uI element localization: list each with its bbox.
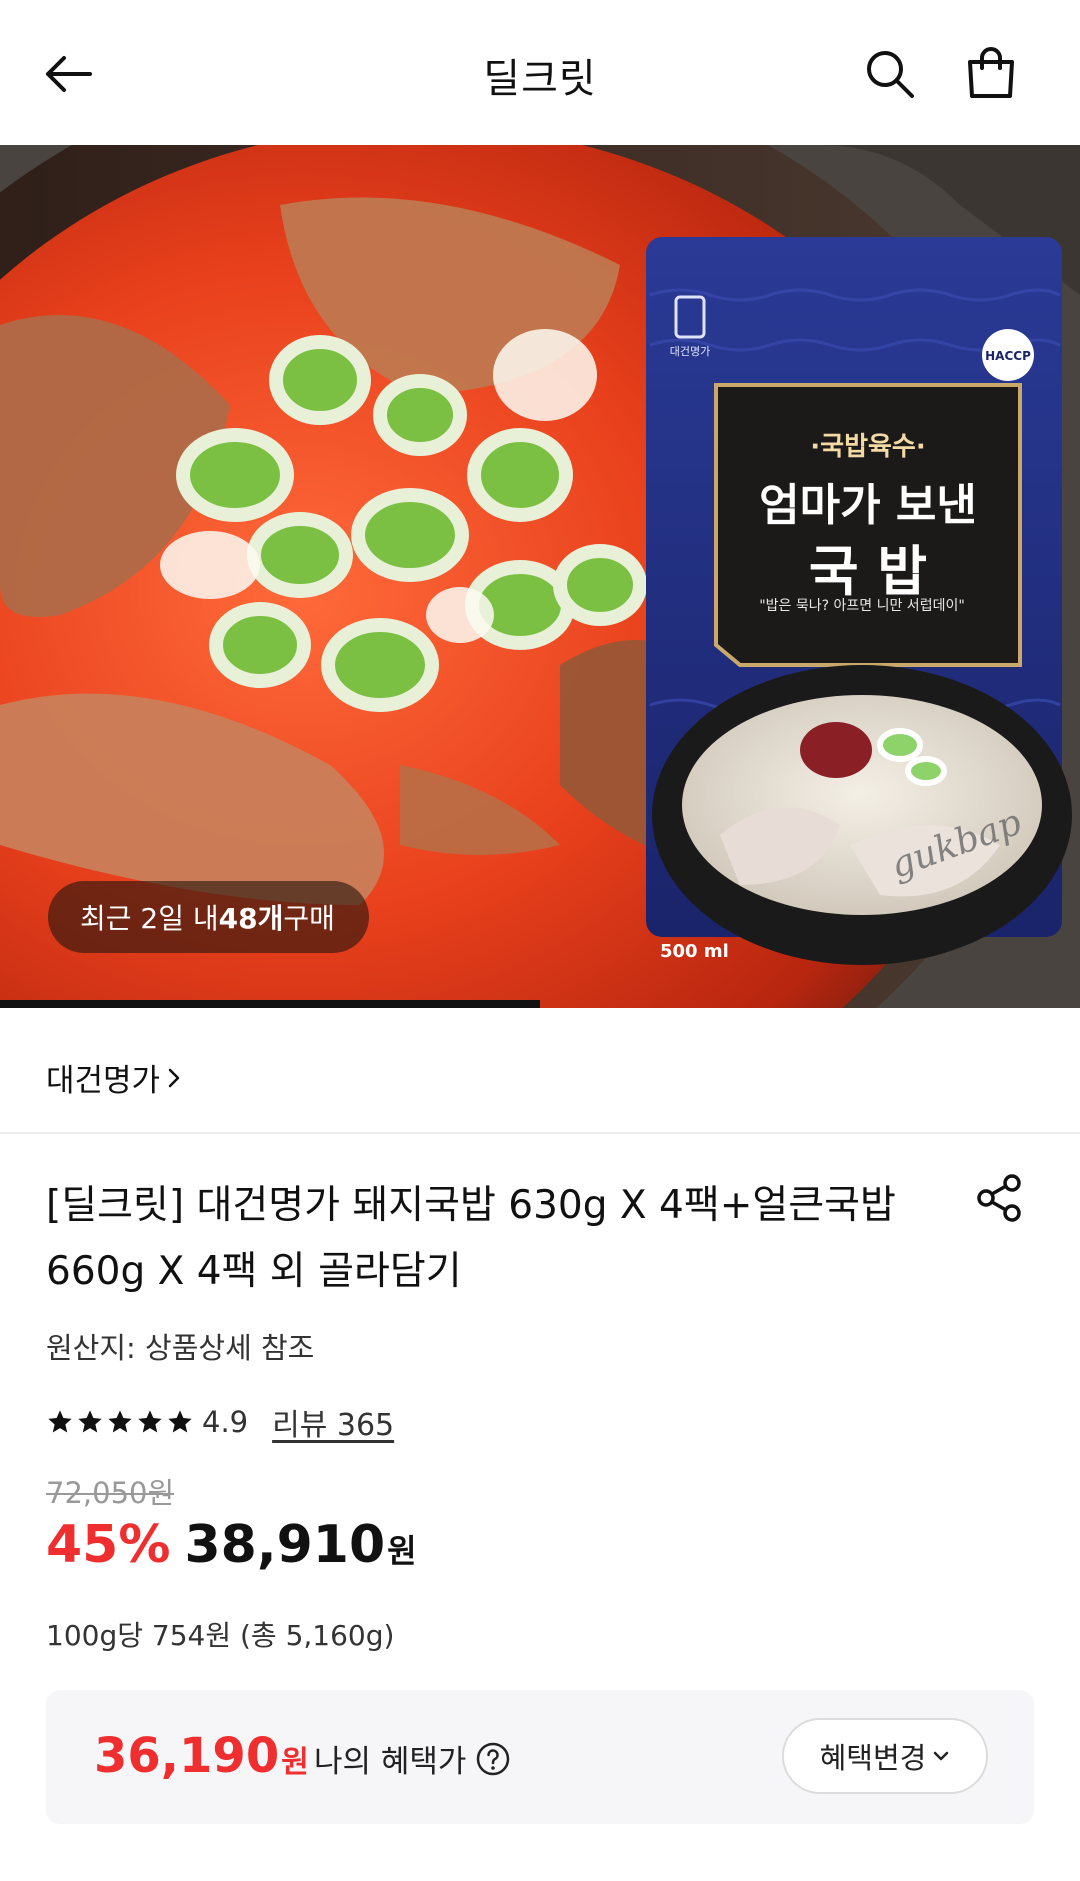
shopping-bag-icon — [968, 47, 1014, 98]
chevron-down-icon — [934, 1751, 949, 1761]
star-icon — [138, 1410, 162, 1433]
svg-text:국 밥: 국 밥 — [809, 540, 927, 603]
sale-price-unit: 원 — [387, 1532, 417, 1570]
star-icon — [48, 1410, 72, 1433]
star-icon — [168, 1410, 192, 1433]
help-button[interactable] — [476, 1742, 510, 1776]
share-icon — [977, 1174, 1021, 1222]
carousel-progress-indicator — [0, 1000, 540, 1008]
review-link[interactable]: 리뷰 365 — [272, 1400, 394, 1444]
top-app-bar: 딜크릿 — [0, 0, 1080, 145]
badge-suffix: 구매 — [283, 902, 335, 935]
chevron-right-icon — [168, 1068, 180, 1087]
product-title: [딜크릿] 대건명가 돼지국밥 630g X 4팩+얼큰국밥 660g X 4팩… — [46, 1183, 896, 1294]
share-button[interactable] — [970, 1168, 1030, 1228]
recent-purchase-badge: 최근 2일 내 48개 구매 — [48, 881, 369, 953]
brand-link[interactable]: 대건명가 — [46, 1055, 182, 1100]
rating-score: 4.9 — [202, 1405, 249, 1439]
star-icon — [108, 1410, 132, 1433]
section-divider — [0, 1132, 1080, 1134]
back-button[interactable] — [38, 44, 98, 104]
unit-price: 100g당 754원 (총 5,160g) — [46, 1619, 395, 1652]
benefit-label: 나의 혜택가 — [314, 1736, 510, 1781]
product-image-carousel[interactable]: 대건명가 HACCP ·국밥육수· 엄마가 보낸 국 밥 "밥은 묵나? 아프면… — [0, 145, 1080, 1008]
origin-info: 원산지: 상품상세 참조 — [46, 1331, 315, 1365]
svg-text:·국밥육수·: ·국밥육수· — [810, 432, 925, 462]
svg-text:HACCP: HACCP — [985, 349, 1031, 363]
svg-text:500 ml: 500 ml — [660, 941, 729, 962]
badge-prefix: 최근 2일 내 — [80, 902, 219, 935]
cart-button[interactable] — [960, 42, 1022, 104]
benefit-price: 36,190 원 — [94, 1728, 309, 1784]
benefit-change-label: 혜택변경 — [819, 1741, 927, 1775]
arrow-left-icon — [46, 56, 92, 92]
question-circle-icon — [477, 1742, 510, 1775]
package-graphic: 대건명가 HACCP ·국밥육수· 엄마가 보낸 국 밥 "밥은 묵나? 아프면… — [646, 237, 1072, 965]
svg-text:대건명가: 대건명가 — [670, 345, 710, 358]
svg-text:엄마가 보낸: 엄마가 보낸 — [759, 480, 977, 531]
badge-count: 48개 — [218, 902, 284, 935]
sale-price: 38,910 — [184, 1515, 386, 1575]
benefit-change-button[interactable]: 혜택변경 — [782, 1718, 988, 1794]
star-icon — [78, 1410, 102, 1433]
svg-text:"밥은 묵나? 아프면 니만 서럽데이": "밥은 묵나? 아프면 니만 서럽데이" — [759, 598, 965, 614]
rating-row: 4.9 리뷰 365 — [46, 1400, 394, 1444]
price-row: 45% 38,910 원 — [46, 1515, 417, 1575]
benefit-unit: 원 — [281, 1745, 309, 1780]
product-photo: 대건명가 HACCP ·국밥육수· 엄마가 보낸 국 밥 "밥은 묵나? 아프면… — [0, 145, 1080, 1008]
benefit-price-box: 36,190 원 나의 혜택가 혜택변경 — [46, 1690, 1034, 1824]
original-price: 72,050원 — [46, 1476, 175, 1510]
benefit-label-text: 나의 혜택가 — [314, 1744, 467, 1780]
search-button[interactable] — [860, 44, 920, 104]
benefit-amount: 36,190 — [94, 1728, 280, 1784]
discount-rate: 45% — [46, 1515, 171, 1575]
search-icon — [867, 51, 914, 98]
brand-name: 대건명가 — [46, 1063, 161, 1099]
rating-stars — [46, 1408, 194, 1436]
